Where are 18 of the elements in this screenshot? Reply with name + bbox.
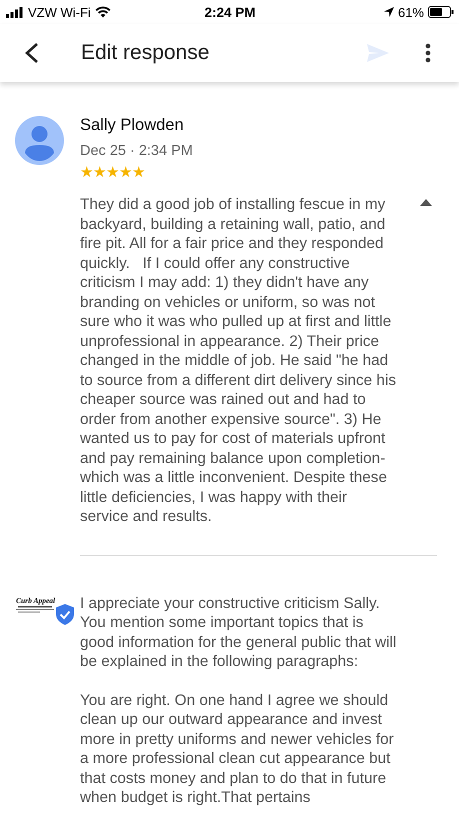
battery-icon [428,6,454,18]
wifi-icon [94,6,111,18]
location-icon [384,7,394,17]
response-paragraph: I appreciate your constructive criticism Sally. You mention some important topics that is good information for the general public that will be explained in the following paragraphs: [80,594,398,672]
clock-time: 2:24 PM [204,4,256,20]
signal-icon [6,6,24,18]
avatar-icon [15,116,64,165]
carrier-label: VZW Wi-Fi [28,4,91,20]
more-options-icon[interactable] [423,41,433,65]
response-paragraph: You are right. On one hand I agree we should clean up our outward appearance and invest more in pretty uniforms and newer vehicles for a more professional clean cut appearance but that costs money and plan to do that in future when budget is right.That pertains [80,690,395,808]
logo-drawing [16,606,56,614]
review-date: Dec 25 · 2:34 PM [80,143,194,159]
star-rating: ★★★★★ [80,165,145,181]
reviewer-name: Sally Plowden [80,116,185,135]
review-text: They did a good job of installing fescue in my backyard, building a retaining wall, patio, and fire pit. All for a fair price and they responded quickly. If I could offer any constructive criticism I may add: 1) they didn't have any branding on vehicles or uniform, so was not sure who it was who pulled up at first and little unprofessional in appearance. 2) Their price changed in the middle of job. He said "he had to source from a different dirt delivery since his cheaper source was rained out and had to order from another expensive source". 3) He wanted us to pay for cost of materials upfront and pay remaining balance upon completion- which was a little inconvenient. Despite these little deficiencies, I was happy with their service and results. [80,195,397,526]
collapse-button[interactable] [420,199,434,208]
page-title: Edit response [81,41,210,65]
battery-percent: 61% [398,4,424,20]
